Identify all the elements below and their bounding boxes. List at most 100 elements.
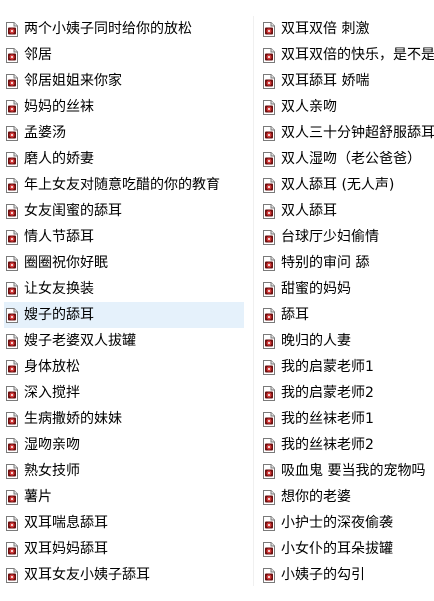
column-divider [253,16,254,586]
audio-file-icon [6,255,18,271]
file-item[interactable]: 嫂子的舔耳 [4,302,244,328]
audio-file-icon [6,359,18,375]
audio-file-icon [6,73,18,89]
audio-file-icon [263,541,275,557]
file-item[interactable]: 双耳女友小姨子舔耳 [4,562,244,588]
file-item[interactable]: 孟婆汤 [4,120,244,146]
audio-file-icon [6,99,18,115]
file-name: 两个小姨子同时给你的放松 [24,21,192,37]
audio-file-icon [6,47,18,63]
file-item[interactable]: 邻居 [4,42,244,68]
file-name: 舔耳 [281,307,309,323]
file-item[interactable]: 双人湿吻（老公爸爸） [261,146,434,172]
file-item[interactable]: 双耳双倍的快乐，是不是 [261,42,434,68]
file-name: 台球厅少妇偷情 [281,229,379,245]
audio-file-icon [263,99,275,115]
file-name: 吸血鬼 要当我的宠物吗 [281,463,426,479]
file-name: 双耳双倍的快乐，是不是 [281,47,434,63]
file-item[interactable]: 小护士的深夜偷袭 [261,510,434,536]
file-name: 双人亲吻 [281,99,337,115]
file-item[interactable]: 妈妈的丝袜 [4,94,244,120]
file-item[interactable]: 双耳妈妈舔耳 [4,536,244,562]
file-name: 双耳喘息舔耳 [24,515,108,531]
audio-file-icon [263,229,275,245]
audio-file-icon [6,489,18,505]
file-item[interactable]: 我的启蒙老师2 [261,380,434,406]
audio-file-icon [263,281,275,297]
audio-file-icon [6,21,18,37]
audio-file-icon [263,333,275,349]
audio-file-icon [6,541,18,557]
file-item[interactable]: 晚归的人妻 [261,328,434,354]
file-item[interactable]: 我的启蒙老师1 [261,354,434,380]
file-name: 甜蜜的妈妈 [281,281,351,297]
audio-file-icon [263,359,275,375]
file-item[interactable]: 双人三十分钟超舒服舔耳 [261,120,434,146]
file-item[interactable]: 双耳舔耳 娇喘 [261,68,434,94]
file-item[interactable]: 两个小姨子同时给你的放松 [4,16,244,42]
audio-file-icon [6,281,18,297]
file-list-column-right: 双耳双倍 刺激双耳双倍的快乐，是不是 双耳舔耳 娇喘 双人亲吻双人三十分钟超舒服舔耳… [261,16,434,588]
file-item[interactable]: 身体放松 [4,354,244,380]
audio-file-icon [6,307,18,323]
file-name: 磨人的娇妻 [24,151,94,167]
file-item[interactable]: 嫂子老婆双人拔罐 [4,328,244,354]
file-name: 我的启蒙老师2 [281,385,374,401]
file-item[interactable]: 双耳喘息舔耳 [4,510,244,536]
file-name: 双人三十分钟超舒服舔耳 [281,125,434,141]
file-name: 熟女技师 [24,463,80,479]
audio-file-icon [6,125,18,141]
file-item[interactable]: 熟女技师 [4,458,244,484]
file-name: 小护士的深夜偷袭 [281,515,393,531]
audio-file-icon [263,47,275,63]
file-item[interactable]: 情人节舔耳 [4,224,244,250]
file-name: 薯片 [24,489,52,505]
file-name: 小女仆的耳朵拔罐 [281,541,393,557]
file-name: 晚归的人妻 [281,333,351,349]
file-item[interactable]: 让女友换装 [4,276,244,302]
file-item[interactable]: 双耳双倍 刺激 [261,16,434,42]
audio-file-icon [263,567,275,583]
file-item[interactable]: 舔耳 [261,302,434,328]
audio-file-icon [263,411,275,427]
file-item[interactable]: 湿吻亲吻 [4,432,244,458]
audio-file-icon [6,203,18,219]
file-name: 特别的审问 舔 [281,255,370,271]
file-name: 双耳舔耳 娇喘 [281,73,370,89]
file-item[interactable]: 吸血鬼 要当我的宠物吗 [261,458,434,484]
file-item[interactable]: 双人亲吻 [261,94,434,120]
file-name: 双人舔耳 [281,203,337,219]
file-item[interactable]: 台球厅少妇偷情 [261,224,434,250]
file-name: 让女友换装 [24,281,94,297]
file-item[interactable]: 小女仆的耳朵拔罐 [261,536,434,562]
file-item[interactable]: 磨人的娇妻 [4,146,244,172]
file-item[interactable]: 想你的老婆 [261,484,434,510]
file-item[interactable]: 我的丝袜老师2 [261,432,434,458]
file-name: 我的启蒙老师1 [281,359,374,375]
file-item[interactable]: 深入搅拌 [4,380,244,406]
audio-file-icon [6,333,18,349]
file-name: 我的丝袜老师1 [281,411,374,427]
file-item[interactable]: 圈圈祝你好眠 [4,250,244,276]
file-item[interactable]: 年上女友对随意吃醋的你的教育 [4,172,244,198]
file-name: 身体放松 [24,359,80,375]
audio-file-icon [6,437,18,453]
audio-file-icon [263,255,275,271]
audio-file-icon [6,515,18,531]
file-name: 孟婆汤 [24,125,66,141]
file-item[interactable]: 双人舔耳 (无人声) [261,172,434,198]
file-item[interactable]: 双人舔耳 [261,198,434,224]
file-item[interactable]: 薯片 [4,484,244,510]
file-name: 邻居 [24,47,52,63]
file-item[interactable]: 甜蜜的妈妈 [261,276,434,302]
file-item[interactable]: 邻居姐姐来你家 [4,68,244,94]
file-item[interactable]: 我的丝袜老师1 [261,406,434,432]
file-item[interactable]: 女友闺蜜的舔耳 [4,198,244,224]
file-name: 湿吻亲吻 [24,437,80,453]
file-item[interactable]: 小姨子的勾引 [261,562,434,588]
file-item[interactable]: 特别的审问 舔 [261,250,434,276]
file-item[interactable]: 生病撒娇的妹妹 [4,406,244,432]
audio-file-icon [263,151,275,167]
file-name: 生病撒娇的妹妹 [24,411,122,427]
file-name: 妈妈的丝袜 [24,99,94,115]
